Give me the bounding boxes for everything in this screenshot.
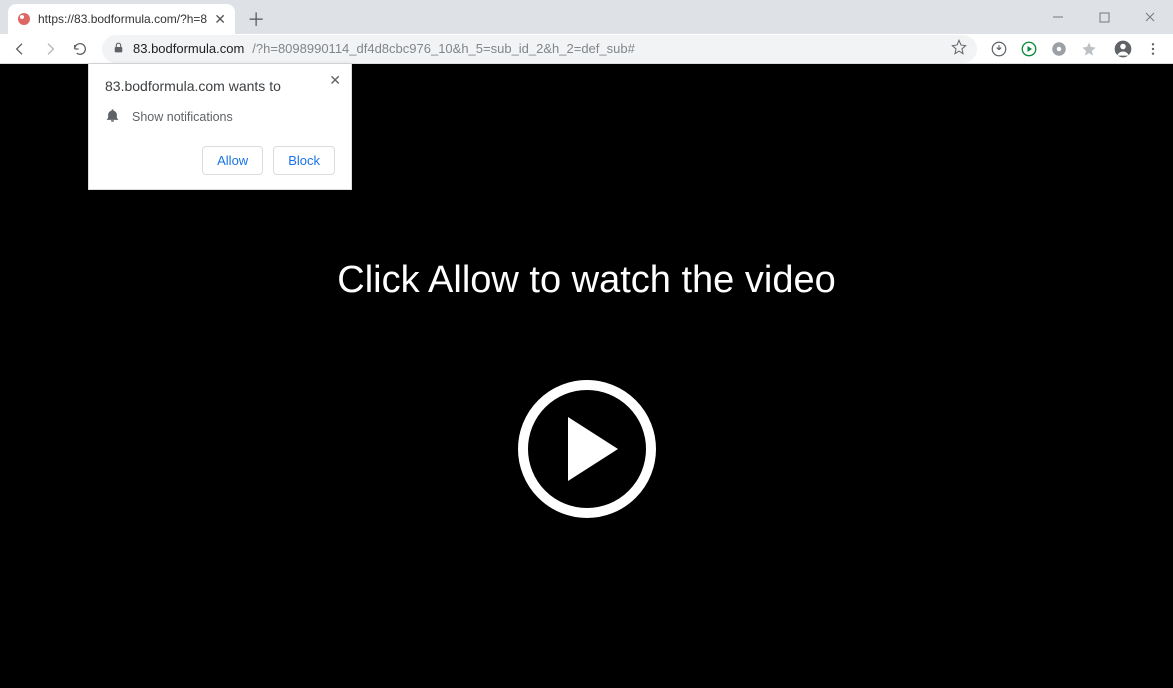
extension-play-icon[interactable] bbox=[1015, 35, 1043, 63]
extension-star-icon[interactable] bbox=[1075, 35, 1103, 63]
extension-circle-icon[interactable] bbox=[1045, 35, 1073, 63]
popup-permission-text: Show notifications bbox=[132, 110, 233, 124]
profile-avatar-icon[interactable] bbox=[1109, 35, 1137, 63]
page-content: Click Allow to watch the video ✕ 83.bodf… bbox=[0, 64, 1173, 688]
address-bar[interactable]: 83.bodformula.com /?h=8098990114_df4d8cbc… bbox=[102, 35, 977, 63]
nav-forward-button[interactable] bbox=[36, 35, 64, 63]
window-close-icon[interactable] bbox=[1127, 0, 1173, 34]
kebab-menu-icon[interactable] bbox=[1139, 35, 1167, 63]
nav-reload-button[interactable] bbox=[66, 35, 94, 63]
tab-close-icon[interactable]: ✕ bbox=[213, 11, 227, 28]
popup-site-line: 83.bodformula.com wants to bbox=[105, 78, 335, 94]
bell-icon bbox=[105, 108, 120, 126]
notification-permission-popup: ✕ 83.bodformula.com wants to Show notifi… bbox=[88, 64, 352, 190]
block-button[interactable]: Block bbox=[273, 146, 335, 175]
url-host: 83.bodformula.com bbox=[133, 41, 244, 56]
window-titlebar: https://83.bodformula.com/?h=8 ✕ ＋ bbox=[0, 0, 1173, 34]
popup-close-icon[interactable]: ✕ bbox=[329, 72, 341, 89]
window-controls bbox=[1035, 0, 1173, 34]
browser-tab[interactable]: https://83.bodformula.com/?h=8 ✕ bbox=[8, 4, 235, 34]
tab-favicon bbox=[16, 11, 32, 27]
window-minimize-icon[interactable] bbox=[1035, 0, 1081, 34]
window-maximize-icon[interactable] bbox=[1081, 0, 1127, 34]
play-button[interactable] bbox=[518, 380, 656, 518]
nav-back-button[interactable] bbox=[6, 35, 34, 63]
extension-download-icon[interactable] bbox=[985, 35, 1013, 63]
lock-icon bbox=[112, 41, 125, 57]
play-icon bbox=[568, 417, 618, 481]
browser-toolbar: 83.bodformula.com /?h=8098990114_df4d8cbc… bbox=[0, 34, 1173, 64]
url-path: /?h=8098990114_df4d8cbc976_10&h_5=sub_id… bbox=[252, 41, 635, 56]
bookmark-star-icon[interactable] bbox=[951, 39, 967, 58]
tab-title: https://83.bodformula.com/?h=8 bbox=[38, 12, 207, 26]
allow-button[interactable]: Allow bbox=[202, 146, 263, 175]
new-tab-button[interactable]: ＋ bbox=[243, 6, 269, 32]
page-headline: Click Allow to watch the video bbox=[0, 259, 1173, 302]
